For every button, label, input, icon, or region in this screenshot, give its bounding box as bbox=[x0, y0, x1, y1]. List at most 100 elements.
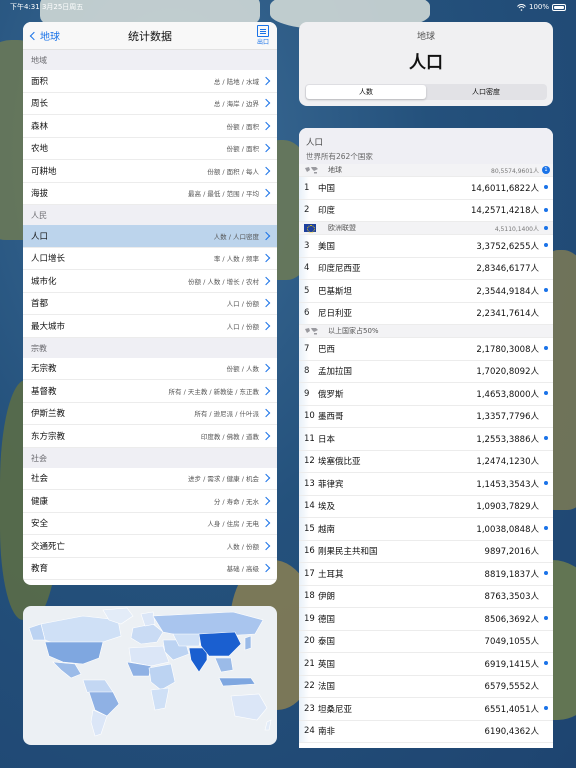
chevron-right-icon bbox=[261, 364, 271, 373]
stat-row-detail-group: 人身 / 住房 / 无电 bbox=[207, 518, 271, 528]
country-name: 德国 bbox=[318, 614, 336, 625]
eu-row[interactable]: 欧洲联盟 4,5110,1400人 bbox=[299, 222, 553, 235]
country-row[interactable]: 10 墨西哥 1,3357,7796人 bbox=[299, 405, 553, 428]
export-label: 出口 bbox=[256, 39, 269, 46]
section-header: 人民 bbox=[23, 205, 277, 225]
world-row[interactable]: 地球 80,5574,9601人 1 bbox=[299, 164, 553, 177]
country-row[interactable]: 17 土耳其 8819,1837人 bbox=[299, 563, 553, 586]
country-row[interactable]: 19 德国 8506,3692人 bbox=[299, 608, 553, 631]
country-row[interactable]: 8 孟加拉国 1,7020,8092人 bbox=[299, 360, 553, 383]
stat-row-detail: 总 / 海岸 / 边界 bbox=[213, 100, 259, 109]
indicator-dot bbox=[544, 226, 548, 230]
stat-row-label: 最大城市 bbox=[31, 321, 66, 332]
stat-row-detail-group: 分 / 寿命 / 无水 bbox=[213, 496, 271, 506]
stat-row[interactable]: 健康 分 / 寿命 / 无水 bbox=[23, 490, 277, 513]
stat-row[interactable]: 基督教 所有 / 天主教 / 新教徒 / 东正教 bbox=[23, 380, 277, 403]
country-row[interactable]: 21 英国 6919,1415人 bbox=[299, 653, 553, 676]
stat-row[interactable]: 面积 总 / 陆地 / 水域 bbox=[23, 70, 277, 93]
country-name: 尼日利亚 bbox=[318, 309, 353, 320]
stat-row[interactable]: 东方宗教 印度教 / 佛教 / 道教 bbox=[23, 425, 277, 448]
country-row[interactable]: 7 巴西 2,1780,3008人 bbox=[299, 338, 553, 361]
country-row[interactable]: 15 越南 1,0038,0848人 bbox=[299, 518, 553, 541]
stat-row-label: 无宗教 bbox=[31, 364, 57, 375]
section-header: 地域 bbox=[23, 50, 277, 70]
export-button[interactable]: 出口 bbox=[256, 25, 269, 46]
map-usa bbox=[44, 641, 104, 665]
half-row[interactable]: 以上国家占50% bbox=[299, 325, 553, 338]
country-population: 1,3357,7796人 bbox=[476, 412, 539, 423]
chevron-right-icon bbox=[261, 144, 271, 153]
stat-row-detail-group: 率 / 人数 / 频率 bbox=[214, 253, 271, 263]
country-row[interactable]: 14 埃及 1,0903,7829人 bbox=[299, 495, 553, 518]
stat-row[interactable]: 人口 人数 / 人口密度 bbox=[23, 225, 277, 248]
country-row[interactable]: 2 印度 14,2571,4218人 bbox=[299, 199, 553, 222]
stat-row-detail: 份额 / 人数 / 增长 / 农村 bbox=[188, 277, 259, 286]
map-russia bbox=[152, 611, 264, 637]
stat-row[interactable]: 伊斯兰教 所有 / 逊尼派 / 什叶派 bbox=[23, 403, 277, 425]
stat-row-detail-group: 份额 / 人数 / 增长 / 农村 bbox=[188, 276, 271, 286]
stat-row[interactable]: 社会 进步 / 需求 / 健康 / 机会 bbox=[23, 468, 277, 490]
indicator-dot bbox=[544, 391, 548, 395]
country-row[interactable]: 22 法国 6579,5552人 bbox=[299, 675, 553, 698]
stat-row[interactable]: 首都 人口 / 份额 bbox=[23, 293, 277, 315]
country-population: 1,2474,1230人 bbox=[476, 457, 539, 468]
country-row[interactable]: 23 坦桑尼亚 6551,4051人 bbox=[299, 698, 553, 721]
stat-row[interactable]: 无宗教 份额 / 人数 bbox=[23, 358, 277, 380]
population-rows: 地球 80,5574,9601人 1 1 中国 14,6011,6822人 2 印度 14,25… bbox=[299, 164, 553, 743]
world-map-panel[interactable] bbox=[23, 606, 277, 745]
country-row[interactable]: 4 印度尼西亚 2,8346,6177人 bbox=[299, 257, 553, 280]
stat-row[interactable]: 周长 总 / 海岸 / 边界 bbox=[23, 93, 277, 115]
country-row[interactable]: 18 伊朗 8763,3503人 bbox=[299, 585, 553, 608]
stat-row[interactable]: 森林 份额 / 面积 bbox=[23, 115, 277, 138]
country-row[interactable]: 12 埃塞俄比亚 1,2474,1230人 bbox=[299, 450, 553, 473]
world-map[interactable] bbox=[23, 606, 277, 745]
country-name: 俄罗斯 bbox=[318, 389, 344, 400]
chevron-right-icon bbox=[261, 431, 271, 440]
stat-row[interactable]: 安全 人身 / 住房 / 无电 bbox=[23, 513, 277, 535]
country-population: 7049,1055人 bbox=[484, 637, 539, 648]
country-row[interactable]: 13 菲律宾 1,1453,3543人 bbox=[299, 473, 553, 496]
stat-row[interactable]: 教育 基础 / 高级 bbox=[23, 558, 277, 580]
country-row[interactable]: 6 尼日利亚 2,2341,7614人 bbox=[299, 302, 553, 325]
country-name: 英国 bbox=[318, 659, 336, 670]
country-row[interactable]: 16 刚果民主共和国 9897,2016人 bbox=[299, 540, 553, 563]
country-row[interactable]: 5 巴基斯坦 2,3544,9184人 bbox=[299, 280, 553, 303]
eu-value: 4,5110,1400人 bbox=[494, 225, 539, 233]
population-list: 人口 世界所有262个国家 地球 80,5574,9601人 1 1 中国 14,6011… bbox=[299, 128, 553, 748]
country-population: 14,6011,6822人 bbox=[471, 183, 539, 194]
stat-row-detail-group: 所有 / 逊尼派 / 什叶派 bbox=[194, 408, 271, 418]
country-population: 6551,4051人 bbox=[484, 704, 539, 715]
indicator-dot bbox=[544, 661, 548, 665]
stat-row-detail-group: 份额 / 面积 bbox=[227, 121, 271, 131]
stat-row-label: 人口增长 bbox=[31, 254, 66, 265]
country-row[interactable]: 9 俄罗斯 1,4653,8000人 bbox=[299, 383, 553, 406]
stat-row[interactable]: 人口增长 率 / 人数 / 频率 bbox=[23, 248, 277, 270]
chevron-right-icon bbox=[261, 231, 271, 240]
stat-row-detail: 分 / 寿命 / 无水 bbox=[213, 497, 259, 506]
stat-row-label: 健康 bbox=[31, 496, 49, 507]
stat-row[interactable]: 可耕地 份额 / 面积 / 每人 bbox=[23, 160, 277, 183]
stat-row-detail: 份额 / 面积 bbox=[226, 145, 259, 154]
stat-row[interactable]: 最大城市 人口 / 份额 bbox=[23, 315, 277, 338]
country-row[interactable]: 3 美国 3,3752,6255人 bbox=[299, 235, 553, 258]
country-rank: 24 bbox=[304, 726, 315, 737]
segmented-control: 人数 人口密度 bbox=[305, 84, 547, 100]
list-subheading: 世界所有262个国家 bbox=[306, 152, 373, 161]
stat-row[interactable]: 城市化 份额 / 人数 / 增长 / 农村 bbox=[23, 270, 277, 293]
country-row[interactable]: 11 日本 1,2553,3886人 bbox=[299, 428, 553, 451]
country-name: 南非 bbox=[318, 727, 336, 738]
indicator-dot bbox=[544, 288, 548, 292]
stat-row[interactable]: 农地 份额 / 面积 bbox=[23, 138, 277, 160]
country-row[interactable]: 20 泰国 7049,1055人 bbox=[299, 630, 553, 653]
segment-density[interactable]: 人口密度 bbox=[426, 85, 546, 99]
stat-row[interactable]: 交通死亡 人数 / 份额 bbox=[23, 535, 277, 558]
country-population: 14,2571,4218人 bbox=[471, 206, 539, 217]
stat-row[interactable]: 海拔 最高 / 最低 / 范围 / 平均 bbox=[23, 183, 277, 205]
country-name: 坦桑尼亚 bbox=[318, 704, 353, 715]
map-australia bbox=[230, 693, 268, 721]
back-button[interactable]: 地球 bbox=[29, 28, 60, 43]
country-row[interactable]: 24 南非 6190,4362人 bbox=[299, 720, 553, 743]
segment-count[interactable]: 人数 bbox=[306, 85, 426, 99]
stat-row-label: 可耕地 bbox=[31, 166, 57, 177]
country-row[interactable]: 1 中国 14,6011,6822人 bbox=[299, 177, 553, 200]
